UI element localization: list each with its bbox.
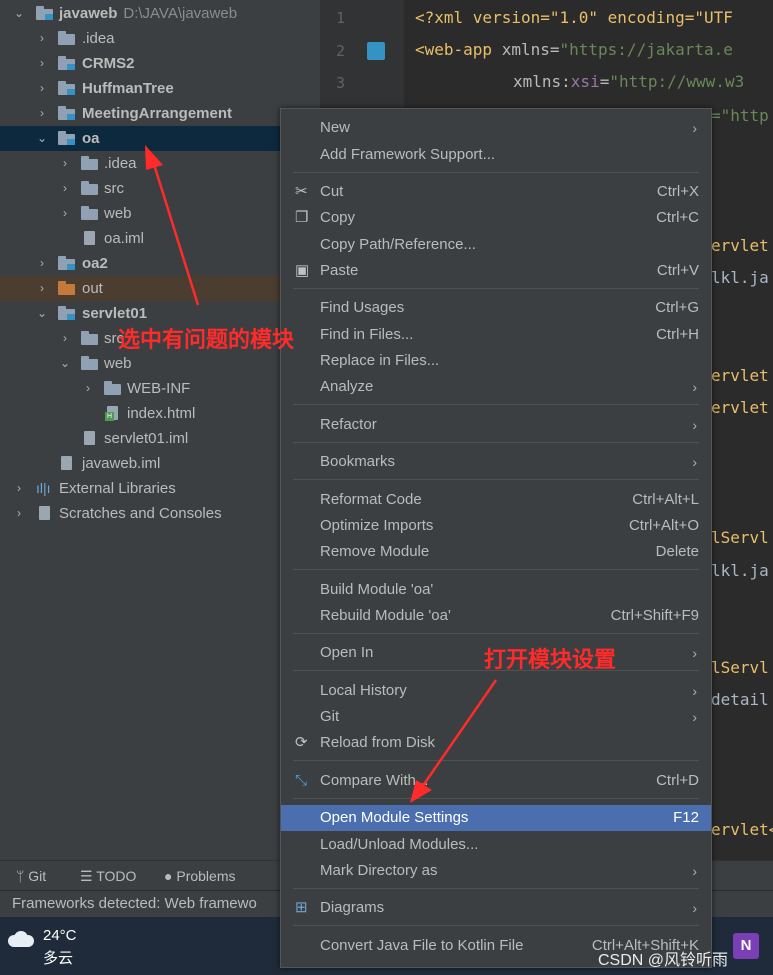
arrow-head-icon (145, 145, 163, 170)
csdn-watermark: CSDN @风铃听雨 (598, 952, 729, 969)
annotation-arrow-down (418, 679, 498, 791)
annotation-open-settings: 打开模块设置 (484, 647, 617, 672)
annotation-arrows (145, 145, 498, 803)
annotation-arrow-up (150, 157, 200, 306)
annotation-select-module: 选中有问题的模块 (118, 327, 295, 352)
arrow-head-icon (410, 780, 432, 803)
